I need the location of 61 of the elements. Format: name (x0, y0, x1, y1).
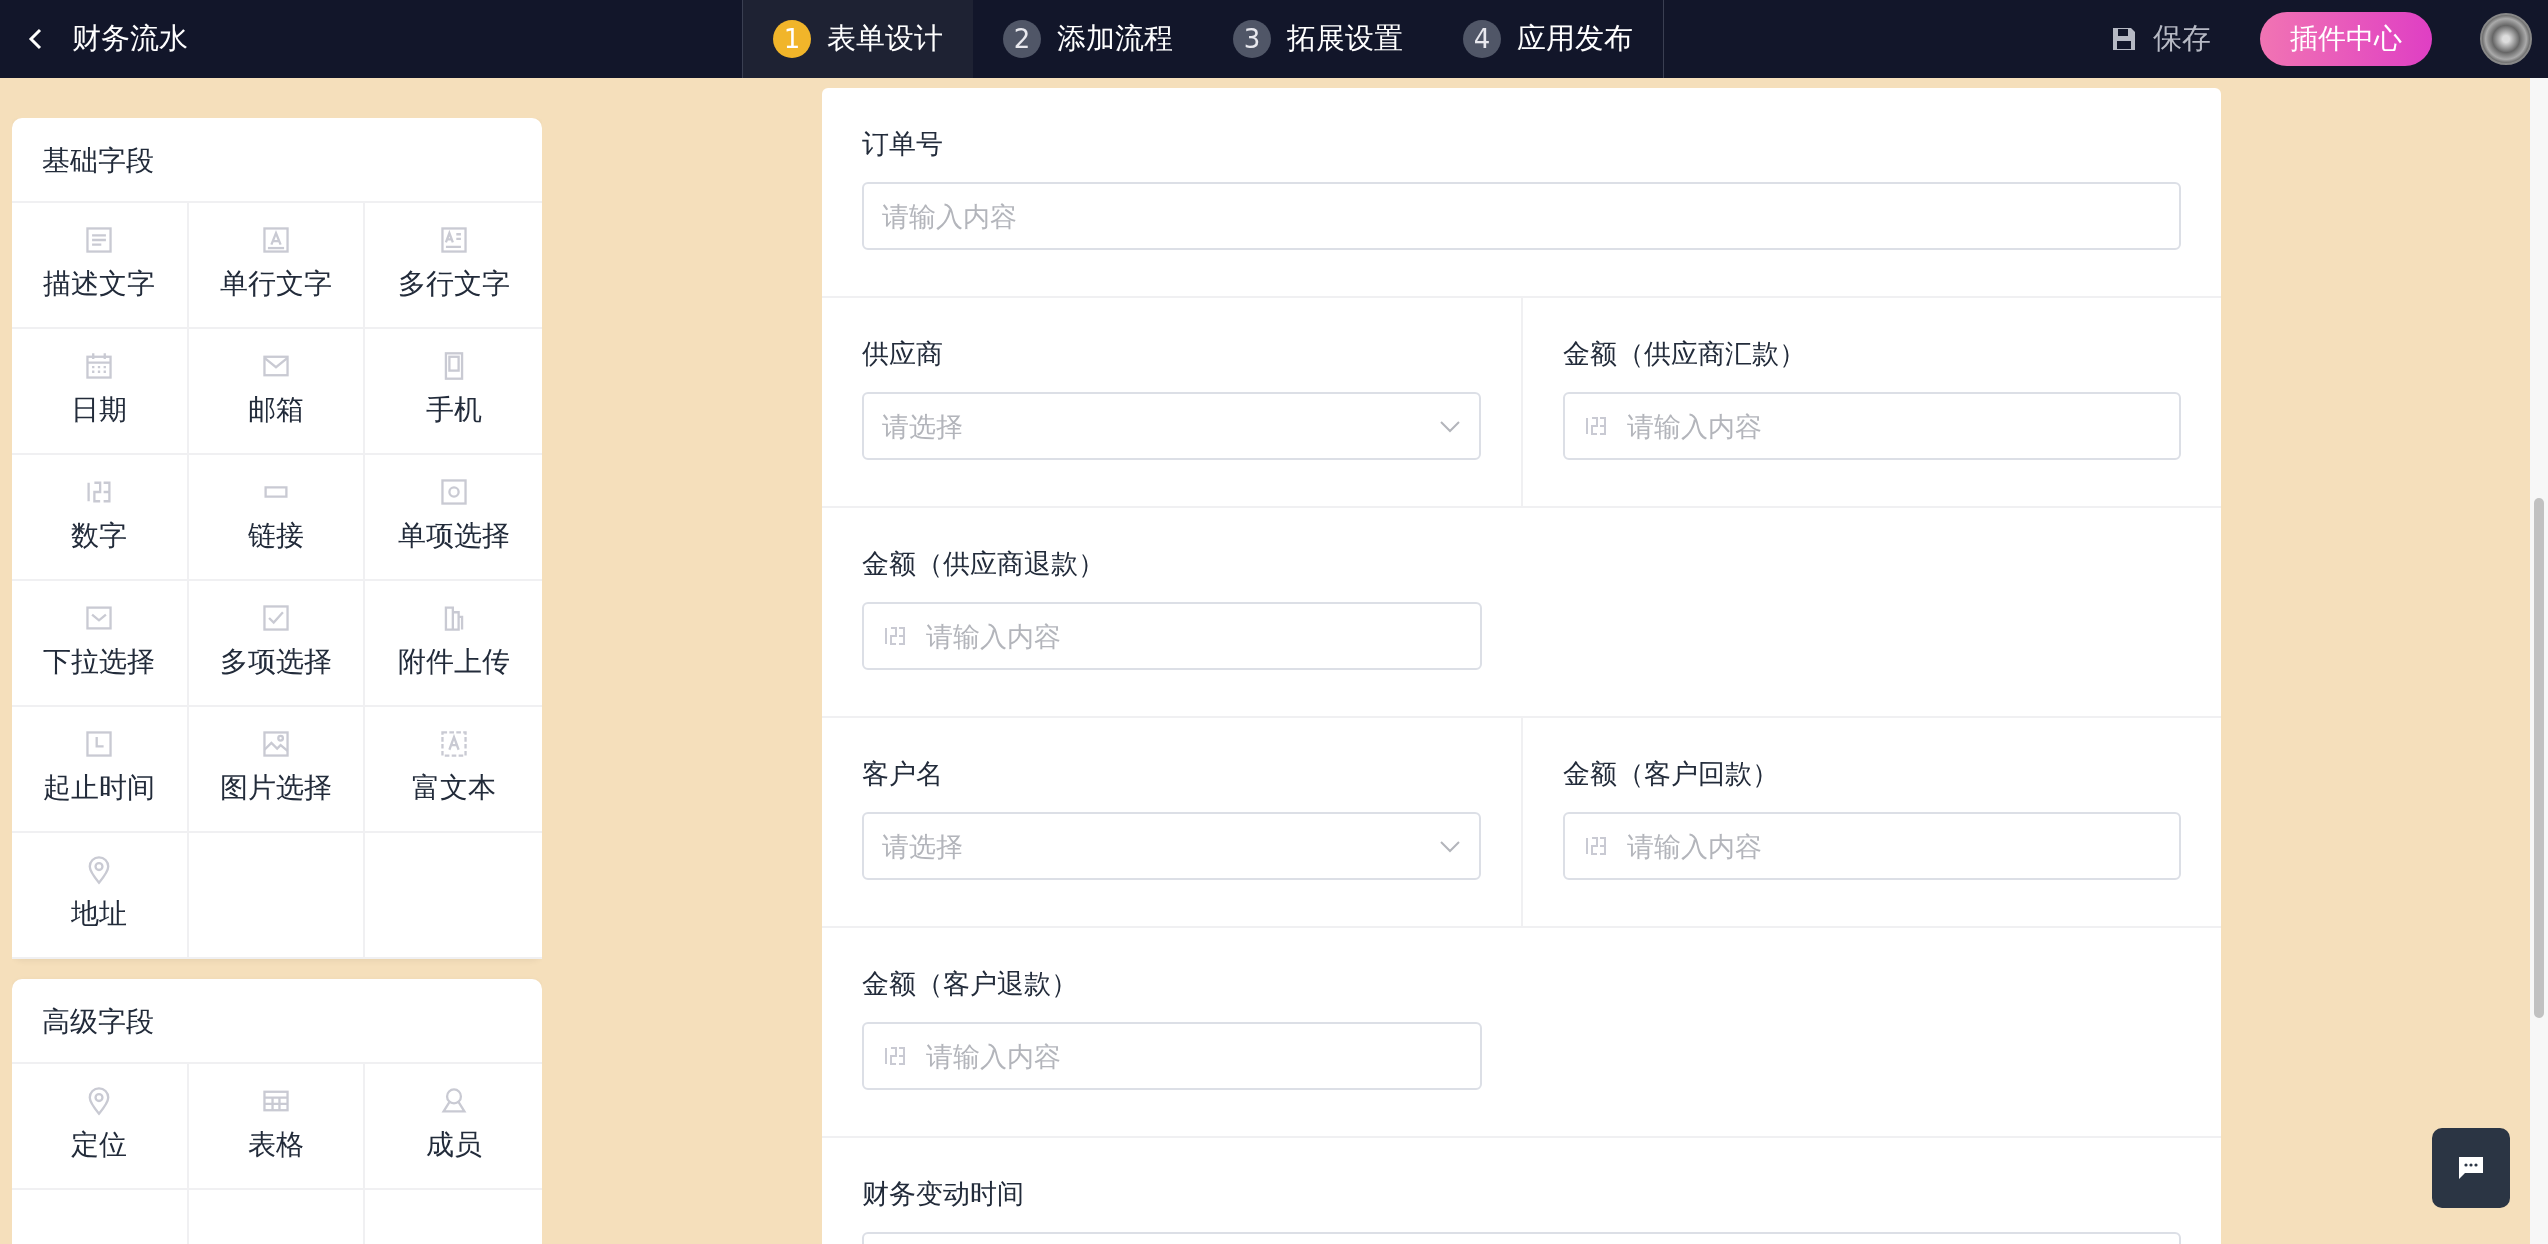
field-type-item[interactable]: 链接 (188, 455, 366, 581)
field-type-item[interactable]: 地址 (12, 833, 189, 959)
chevron-down-icon (1438, 840, 1461, 854)
field-type-item[interactable]: 定位 (12, 1064, 189, 1190)
field-type-item[interactable]: 附件上传 (365, 581, 542, 707)
letter-a-icon (261, 225, 291, 255)
step-number: 4 (1463, 20, 1501, 58)
select-field[interactable]: 请选择 (862, 392, 1481, 460)
scrollbar[interactable] (2530, 78, 2548, 1244)
step-number: 1 (773, 20, 811, 58)
field-label: 金额（供应商汇款） (1562, 337, 1807, 371)
field-type-item[interactable]: 多行文字 (365, 203, 542, 329)
input-field[interactable]: 请输入内容 (862, 1022, 1482, 1090)
input-field[interactable]: 请输入内容 (862, 602, 1482, 670)
scrollbar-thumb[interactable] (2534, 498, 2544, 1018)
app-title: 财务流水 (72, 20, 188, 58)
checkbox-icon (261, 603, 291, 633)
field-type-item[interactable]: 起止时间 (12, 707, 189, 833)
field-label: 财务变动时间 (862, 1177, 1025, 1211)
field-label: 金额（客户退款） (862, 967, 1079, 1001)
save-button[interactable]: 保存 (2110, 16, 2212, 62)
field-type-item[interactable]: 图片选择 (188, 707, 366, 833)
field-type-item[interactable]: 下拉选择 (12, 581, 189, 707)
field-label: 金额（供应商退款） (862, 547, 1106, 581)
document-icon (84, 225, 115, 255)
input-field[interactable]: 请输入内容 (1562, 812, 2181, 880)
field-label: 订单号 (862, 127, 944, 161)
select-field[interactable]: 请选择 (862, 812, 1481, 880)
field-type-item[interactable]: 描述文字 (12, 203, 189, 329)
step-tab[interactable]: 2 添加流程 (973, 0, 1203, 78)
step-tab[interactable]: 4 应用发布 (1433, 0, 1663, 78)
radio-icon (438, 477, 469, 507)
chevron-down-icon (1438, 420, 1461, 434)
clock-icon (84, 729, 115, 759)
field-label: 金额（客户回款） (1562, 757, 1780, 791)
letter-a-icon (438, 225, 469, 255)
rich-text-icon (438, 729, 469, 759)
image-icon (261, 729, 291, 759)
field-type-item[interactable]: 成员 (365, 1064, 542, 1190)
field-type-item[interactable]: 单行文字 (188, 203, 366, 329)
field-type-item[interactable]: 日期 (12, 329, 189, 455)
input-field[interactable]: 请输入内容 (862, 182, 2181, 250)
step-number: 3 (1233, 20, 1271, 58)
field-type-item[interactable]: 手机 (365, 329, 542, 455)
input-field[interactable]: 请输入内容 (1562, 392, 2181, 460)
field-type-item[interactable]: 表格 (188, 1064, 366, 1190)
dropdown-icon (84, 603, 115, 633)
calendar-icon (84, 351, 115, 381)
field-type-item[interactable]: 富文本 (365, 707, 542, 833)
chat-bubble-icon (2457, 1155, 2485, 1181)
field-type-item[interactable]: 数字 (12, 455, 189, 581)
field-type-item[interactable]: 邮箱 (188, 329, 366, 455)
field-label: 客户名 (862, 757, 944, 791)
step-number: 2 (1003, 20, 1041, 58)
step-tab[interactable]: 1 表单设计 (743, 0, 973, 78)
field-type-item[interactable]: 多项选择 (188, 581, 366, 707)
field-label: 供应商 (862, 337, 944, 371)
avatar[interactable] (2480, 13, 2532, 65)
step-tab[interactable]: 3 拓展设置 (1203, 0, 1433, 78)
chat-button[interactable] (2432, 1128, 2510, 1208)
field-type-item[interactable]: 单项选择 (365, 455, 542, 581)
